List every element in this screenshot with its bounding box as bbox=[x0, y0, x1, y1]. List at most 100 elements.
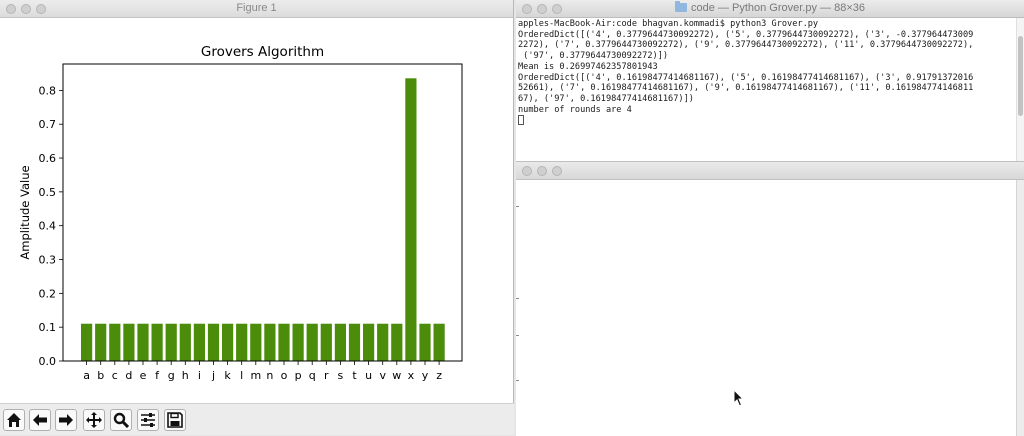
plot-frame bbox=[62, 63, 463, 362]
x-tick-label: z bbox=[436, 369, 442, 382]
minimize-window-button[interactable] bbox=[537, 166, 547, 176]
background-window bbox=[516, 161, 1024, 436]
bar bbox=[320, 323, 332, 361]
bar bbox=[250, 323, 262, 361]
y-tick-label: 0.4 bbox=[39, 220, 57, 233]
back-button[interactable] bbox=[29, 409, 51, 431]
terminal-line: ('97', 0.3779644730092272)]) bbox=[518, 51, 669, 62]
mouse-pointer-icon bbox=[733, 389, 745, 407]
bar bbox=[236, 323, 248, 361]
configure-subplots-button[interactable] bbox=[137, 409, 159, 431]
bar bbox=[433, 323, 445, 361]
x-tick-label: d bbox=[125, 369, 132, 382]
figure-window-title: Figure 1 bbox=[236, 2, 277, 14]
bar-chart[interactable]: a b c d e f g h i j k l m n o p q r s t u v w x y z 0.0 0.1 0.2 0.3 0.… bbox=[0, 18, 514, 403]
figure-toolbar bbox=[0, 403, 514, 435]
text-cursor bbox=[518, 115, 524, 126]
bar bbox=[264, 323, 276, 361]
terminal-line: 52661), ('7', 0.16198477414681167), ('9'… bbox=[518, 83, 974, 94]
x-tick-label: v bbox=[379, 369, 386, 382]
bar bbox=[391, 323, 403, 361]
bar bbox=[95, 323, 107, 361]
bar bbox=[81, 323, 93, 361]
bar bbox=[377, 323, 389, 361]
bar bbox=[222, 323, 234, 361]
zoom-icon bbox=[113, 412, 129, 428]
x-tick-label: m bbox=[250, 369, 261, 382]
configure-subplots-icon bbox=[141, 413, 155, 427]
terminal-window-title: code — Python Grover.py — 88×36 bbox=[691, 2, 865, 14]
save-button[interactable] bbox=[164, 409, 186, 431]
x-tick-label: h bbox=[182, 369, 189, 382]
chart-title: Grovers Algorithm bbox=[201, 44, 324, 60]
y-tick-label: 0.2 bbox=[39, 287, 57, 300]
x-tick-label: u bbox=[365, 369, 372, 382]
y-tick-label: 0.5 bbox=[39, 186, 57, 199]
folder-icon bbox=[675, 1, 688, 12]
terminal-line: 2272), ('7', 0.3779644730092272), ('9', … bbox=[518, 40, 974, 51]
terminal-line: OrderedDict([('4', 0.3779644730092272), … bbox=[518, 29, 974, 40]
background-content-area[interactable] bbox=[516, 180, 1016, 436]
bar bbox=[179, 323, 191, 361]
x-tick-label: p bbox=[295, 369, 302, 382]
terminal-line: Mean is 0.26997462357801943 bbox=[518, 61, 658, 72]
y-tick-label: 0.8 bbox=[39, 84, 57, 97]
bar bbox=[151, 323, 163, 361]
bar bbox=[193, 323, 205, 361]
x-tick-label: t bbox=[352, 369, 357, 382]
x-tick-label: g bbox=[168, 369, 175, 382]
bar bbox=[165, 323, 177, 361]
x-tick-label: y bbox=[422, 369, 429, 382]
close-window-button[interactable] bbox=[522, 166, 532, 176]
bar bbox=[292, 323, 304, 361]
terminal-titlebar: code — Python Grover.py — 88×36 bbox=[516, 0, 1024, 18]
x-tick-label: f bbox=[155, 369, 160, 382]
forward-button[interactable] bbox=[55, 409, 77, 431]
y-tick-label: 0.3 bbox=[39, 254, 57, 267]
x-tick-label: j bbox=[211, 369, 215, 382]
bar bbox=[348, 323, 361, 361]
bar bbox=[207, 323, 220, 361]
bar bbox=[137, 323, 149, 361]
x-tick-label: k bbox=[224, 369, 231, 382]
bar bbox=[123, 323, 135, 361]
x-tick-label: l bbox=[240, 369, 243, 382]
x-tick-label: c bbox=[112, 369, 118, 382]
x-tick-label: e bbox=[140, 369, 147, 382]
x-tick-label: b bbox=[97, 369, 104, 382]
zoom-button[interactable] bbox=[110, 409, 132, 431]
y-tick-label: 0.7 bbox=[39, 118, 57, 131]
terminal-output[interactable]: apples-MacBook-Air:code bhagvan.kommadi$… bbox=[516, 18, 1016, 161]
bar bbox=[419, 323, 431, 361]
terminal-line: apples-MacBook-Air:code bhagvan.kommadi$… bbox=[518, 19, 819, 29]
y-tick-label: 0.1 bbox=[39, 321, 57, 334]
x-tick-label: o bbox=[281, 369, 288, 382]
divider bbox=[516, 298, 519, 299]
bar bbox=[306, 323, 318, 361]
bar bbox=[405, 78, 417, 361]
zoom-window-button[interactable] bbox=[552, 166, 562, 176]
bar bbox=[363, 323, 375, 361]
x-tick-label: w bbox=[392, 369, 401, 382]
background-scrollbar[interactable] bbox=[1016, 180, 1024, 436]
bar bbox=[109, 323, 121, 361]
save-icon bbox=[167, 412, 183, 428]
divider bbox=[516, 380, 519, 381]
x-tick-label: i bbox=[198, 369, 201, 382]
forward-arrow-icon bbox=[59, 414, 73, 426]
terminal-line: 67), ('97', 0.16198477414681167)]) bbox=[518, 93, 694, 104]
back-arrow-icon bbox=[33, 414, 47, 426]
divider bbox=[516, 335, 519, 336]
terminal-scrollbar[interactable] bbox=[1016, 18, 1024, 161]
terminal-line: OrderedDict([('4', 0.16198477414681167),… bbox=[518, 72, 974, 83]
home-button[interactable] bbox=[3, 409, 25, 431]
y-tick-label: 0.6 bbox=[39, 152, 57, 165]
home-icon bbox=[7, 413, 21, 427]
x-tick-label: a bbox=[83, 369, 90, 382]
terminal-line: number of rounds are 4 bbox=[518, 104, 632, 115]
pan-icon bbox=[86, 412, 102, 428]
pan-button[interactable] bbox=[83, 409, 105, 431]
bar bbox=[334, 323, 346, 361]
bar bbox=[278, 323, 290, 361]
y-axis-label: Amplitude Value bbox=[18, 165, 32, 259]
